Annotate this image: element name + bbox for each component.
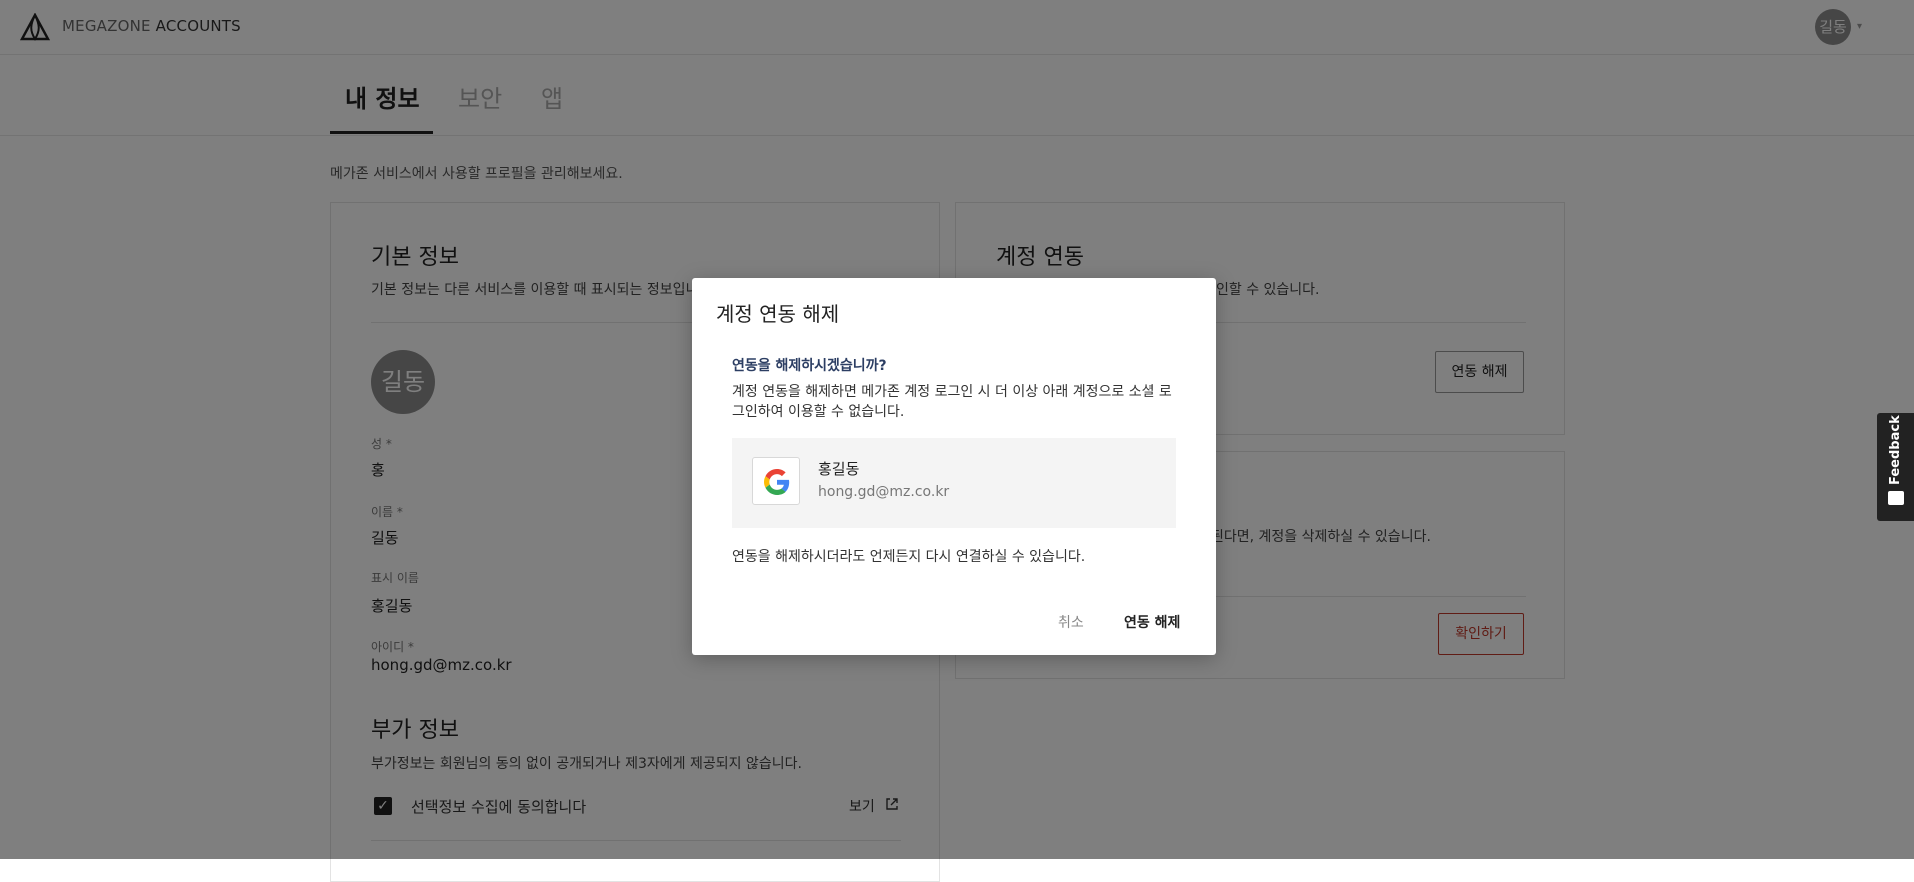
linked-account-name: 홍길동: [818, 460, 860, 478]
dialog-note: 연동을 해제하시더라도 언제든지 다시 연결하실 수 있습니다.: [732, 549, 1086, 565]
dialog-question: 연동을 해제하시겠습니까?: [732, 358, 887, 374]
confirm-unlink-button[interactable]: 연동 해제: [1124, 612, 1180, 632]
feedback-label: Feedback: [1888, 415, 1903, 485]
dialog-body: 계정 연동을 해제하면 메가존 계정 로그인 시 더 이상 아래 계정으로 소셜…: [732, 384, 1172, 420]
unlink-dialog: 계정 연동 해제 연동을 해제하시겠습니까? 계정 연동을 해제하면 메가존 계…: [692, 278, 1216, 655]
provider-icon-box: [752, 457, 800, 505]
feedback-icon: [1888, 491, 1904, 505]
linked-account-box: 홍길동 hong.gd@mz.co.kr: [732, 438, 1176, 528]
cancel-button[interactable]: 취소: [1058, 612, 1084, 632]
google-icon: [764, 469, 790, 495]
linked-account-email: hong.gd@mz.co.kr: [818, 484, 950, 500]
dialog-title: 계정 연동 해제: [716, 302, 840, 326]
